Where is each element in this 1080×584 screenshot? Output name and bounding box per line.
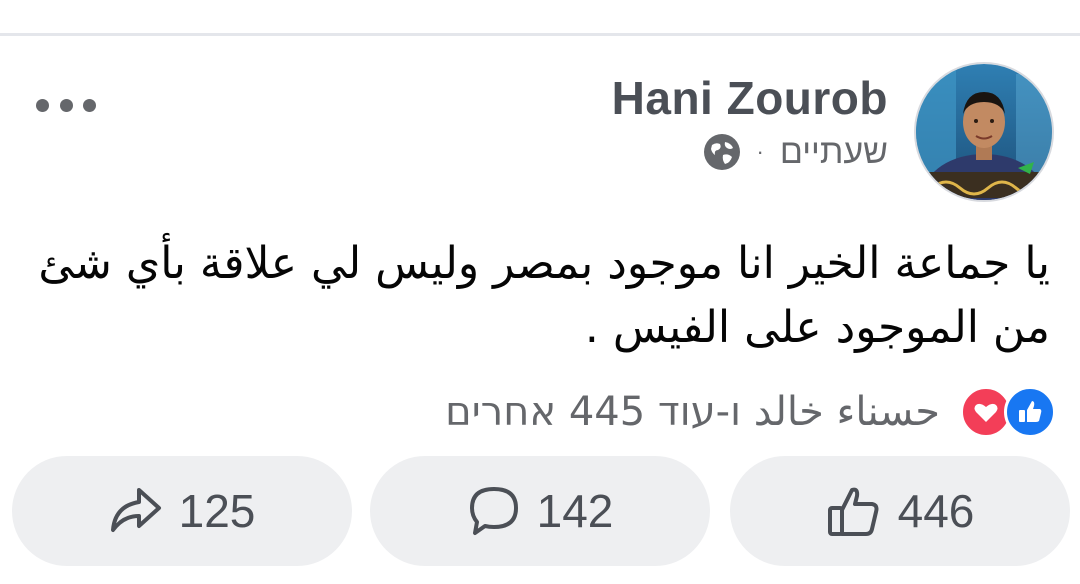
post-text-line: من الموجود على الفيس . (584, 302, 1050, 353)
post-text: يا جماعة الخير انا موجود بمصر وليس لي عل… (20, 232, 1050, 360)
share-button[interactable]: 125 (12, 456, 352, 566)
author-name[interactable]: Hani Zourob (612, 72, 888, 124)
top-divider (0, 33, 1080, 36)
share-count: 125 (178, 485, 256, 537)
comment-button[interactable]: 142 (370, 456, 710, 566)
like-button[interactable]: 446 (730, 456, 1070, 566)
share-icon (109, 486, 163, 536)
like-count: 446 (897, 485, 975, 537)
more-options-icon[interactable] (36, 90, 96, 120)
reaction-icons (952, 386, 1056, 438)
globe-icon (703, 133, 741, 171)
post-time[interactable]: שעתיים (780, 133, 888, 172)
post-text-line: يا جماعة الخير انا موجود بمصر وليس لي عل… (38, 238, 1050, 289)
avatar[interactable] (914, 62, 1054, 202)
comment-icon (467, 484, 521, 538)
meta-separator: · (756, 139, 764, 164)
reactions-text: حسناء خالد ו-עוד 445 אחרים (445, 389, 940, 435)
like-icon (1004, 386, 1056, 438)
comment-count: 142 (536, 485, 614, 537)
post-meta: שעתיים · (703, 132, 888, 172)
thumbs-up-icon (826, 484, 882, 538)
reactions-summary[interactable]: حسناء خالد ו-עוד 445 אחרים (445, 386, 1056, 438)
